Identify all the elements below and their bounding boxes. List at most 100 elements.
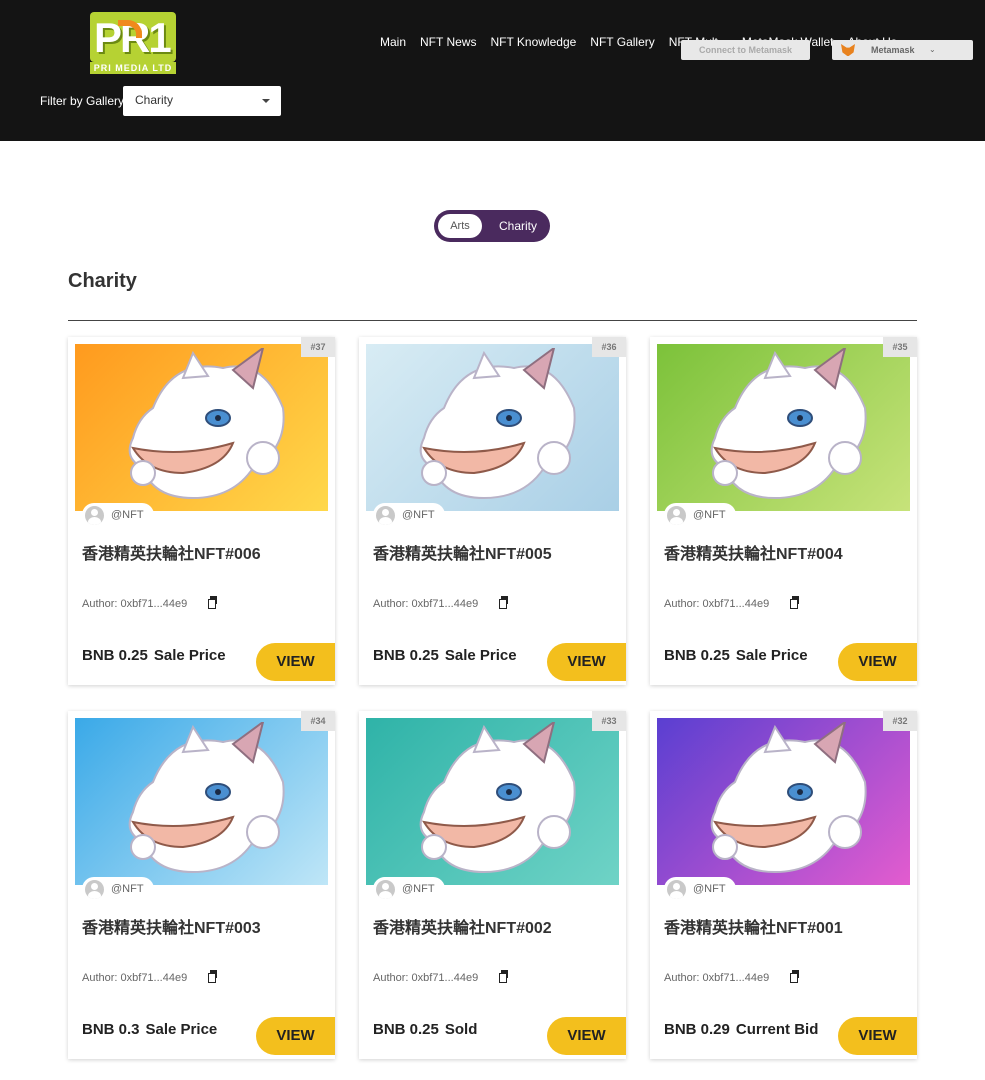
nft-image[interactable] bbox=[75, 344, 328, 511]
site-header: PR1 PRI MEDIA LTD Main NFT News NFT Know… bbox=[0, 0, 985, 141]
dragon-artwork bbox=[419, 722, 576, 874]
copy-icon[interactable] bbox=[208, 970, 217, 983]
nft-card[interactable]: #32 @NFT 香港精英扶輪社NFT#001 Author: 0xbf71..… bbox=[650, 711, 917, 1059]
metamask-fox-icon bbox=[841, 44, 855, 56]
nft-title[interactable]: 香港精英扶輪社NFT#004 bbox=[664, 540, 843, 564]
logo-mark: PR1 bbox=[90, 12, 176, 62]
price-value: 0.3 bbox=[118, 1021, 140, 1038]
avatar bbox=[667, 505, 686, 525]
nft-author: Author: 0xbf71...44e9 bbox=[664, 598, 770, 610]
owner-chip[interactable]: @NFT bbox=[664, 877, 736, 901]
nft-id-badge: #35 bbox=[883, 337, 917, 357]
view-button[interactable]: VIEW bbox=[256, 1017, 335, 1055]
nft-card[interactable]: #33 @NFT 香港精英扶輪社NFT#002 Author: 0xbf71..… bbox=[359, 711, 626, 1059]
nft-image[interactable] bbox=[366, 344, 619, 511]
toggle-arts[interactable]: Arts bbox=[438, 214, 482, 238]
toggle-charity[interactable]: Charity bbox=[490, 214, 546, 238]
nft-author: Author: 0xbf71...44e9 bbox=[373, 598, 479, 610]
gallery-filter-value: Charity bbox=[135, 93, 174, 107]
price-currency: BNB bbox=[373, 647, 406, 664]
view-button[interactable]: VIEW bbox=[838, 643, 917, 681]
logo-subtext: PRI MEDIA LTD bbox=[90, 62, 176, 74]
owner-name: @NFT bbox=[402, 509, 435, 521]
nft-author: Author: 0xbf71...44e9 bbox=[373, 972, 479, 984]
nav-main[interactable]: Main bbox=[380, 34, 406, 52]
nft-card[interactable]: #36 @NFT 香港精英扶輪社NFT#005 Author: 0xbf71..… bbox=[359, 337, 626, 685]
main-nav: Main NFT News NFT Knowledge NFT Gallery … bbox=[380, 34, 897, 52]
nft-title[interactable]: 香港精英扶輪社NFT#005 bbox=[373, 540, 552, 564]
nft-title[interactable]: 香港精英扶輪社NFT#001 bbox=[664, 914, 843, 938]
chevron-down-icon: ⌄ bbox=[929, 45, 936, 54]
nft-price: BNB 0.25 Sale Price bbox=[373, 647, 517, 664]
category-toggle: Arts Charity bbox=[434, 210, 550, 242]
dragon-artwork bbox=[710, 722, 867, 874]
avatar bbox=[376, 879, 395, 899]
price-status: Sold bbox=[444, 1021, 478, 1038]
copy-icon[interactable] bbox=[208, 596, 217, 609]
avatar bbox=[667, 879, 686, 899]
price-status: Sale Price bbox=[735, 647, 808, 664]
filter-label: Filter by Gallery bbox=[40, 94, 125, 108]
nft-price: BNB 0.29 Current Bid bbox=[664, 1021, 818, 1038]
price-status: Sale Price bbox=[444, 647, 517, 664]
nft-title[interactable]: 香港精英扶輪社NFT#003 bbox=[82, 914, 261, 938]
nft-id-badge: #32 bbox=[883, 711, 917, 731]
nav-nft-news[interactable]: NFT News bbox=[420, 34, 476, 52]
owner-chip[interactable]: @NFT bbox=[664, 503, 736, 527]
avatar bbox=[376, 505, 395, 525]
nav-nft-gallery[interactable]: NFT Gallery bbox=[590, 34, 654, 52]
price-value: 0.25 bbox=[409, 1021, 439, 1038]
price-status: Sale Price bbox=[153, 647, 226, 664]
nft-image[interactable] bbox=[657, 344, 910, 511]
gallery-filter-select[interactable]: Charity bbox=[123, 86, 281, 116]
copy-icon[interactable] bbox=[499, 970, 508, 983]
nft-image[interactable] bbox=[366, 718, 619, 885]
price-status: Current Bid bbox=[735, 1021, 819, 1038]
avatar bbox=[85, 505, 104, 525]
caret-down-icon bbox=[262, 99, 270, 103]
price-value: 0.25 bbox=[700, 647, 730, 664]
price-status: Sale Price bbox=[145, 1021, 218, 1038]
wallet-select[interactable]: Metamask ⌄ bbox=[832, 40, 973, 60]
owner-chip[interactable]: @NFT bbox=[82, 877, 154, 901]
owner-name: @NFT bbox=[111, 509, 144, 521]
section-divider bbox=[68, 320, 917, 321]
wallet-select-value: Metamask bbox=[871, 45, 915, 55]
view-button[interactable]: VIEW bbox=[838, 1017, 917, 1055]
nft-id-badge: #34 bbox=[301, 711, 335, 731]
price-value: 0.29 bbox=[700, 1021, 730, 1038]
price-value: 0.25 bbox=[409, 647, 439, 664]
view-button[interactable]: VIEW bbox=[256, 643, 335, 681]
price-currency: BNB bbox=[664, 647, 697, 664]
nft-title[interactable]: 香港精英扶輪社NFT#002 bbox=[373, 914, 552, 938]
nav-nft-knowledge[interactable]: NFT Knowledge bbox=[490, 34, 576, 52]
copy-icon[interactable] bbox=[790, 596, 799, 609]
owner-chip[interactable]: @NFT bbox=[82, 503, 154, 527]
nft-author: Author: 0xbf71...44e9 bbox=[664, 972, 770, 984]
owner-name: @NFT bbox=[402, 883, 435, 895]
nft-id-badge: #33 bbox=[592, 711, 626, 731]
section-title: Charity bbox=[68, 270, 137, 292]
view-button[interactable]: VIEW bbox=[547, 643, 626, 681]
copy-icon[interactable] bbox=[499, 596, 508, 609]
view-button[interactable]: VIEW bbox=[547, 1017, 626, 1055]
price-currency: BNB bbox=[664, 1021, 697, 1038]
connect-metamask-button[interactable]: Connect to Metamask bbox=[681, 40, 810, 60]
owner-name: @NFT bbox=[693, 883, 726, 895]
price-value: 0.25 bbox=[118, 647, 148, 664]
nft-image[interactable] bbox=[657, 718, 910, 885]
nft-image[interactable] bbox=[75, 718, 328, 885]
owner-chip[interactable]: @NFT bbox=[373, 503, 445, 527]
nft-card[interactable]: #34 @NFT 香港精英扶輪社NFT#003 Author: 0xbf71..… bbox=[68, 711, 335, 1059]
dragon-artwork bbox=[710, 348, 867, 500]
nft-price: BNB 0.3 Sale Price bbox=[82, 1021, 217, 1038]
copy-icon[interactable] bbox=[790, 970, 799, 983]
owner-chip[interactable]: @NFT bbox=[373, 877, 445, 901]
site-logo[interactable]: PR1 PRI MEDIA LTD bbox=[90, 12, 176, 74]
nft-title[interactable]: 香港精英扶輪社NFT#006 bbox=[82, 540, 261, 564]
dragon-artwork bbox=[128, 348, 285, 500]
nft-card[interactable]: #35 @NFT 香港精英扶輪社NFT#004 Author: 0xbf71..… bbox=[650, 337, 917, 685]
nft-author: Author: 0xbf71...44e9 bbox=[82, 972, 188, 984]
nft-price: BNB 0.25 Sale Price bbox=[82, 647, 226, 664]
nft-card[interactable]: #37 @NFT 香港精英扶輪社NFT#006 Author: 0xbf71..… bbox=[68, 337, 335, 685]
